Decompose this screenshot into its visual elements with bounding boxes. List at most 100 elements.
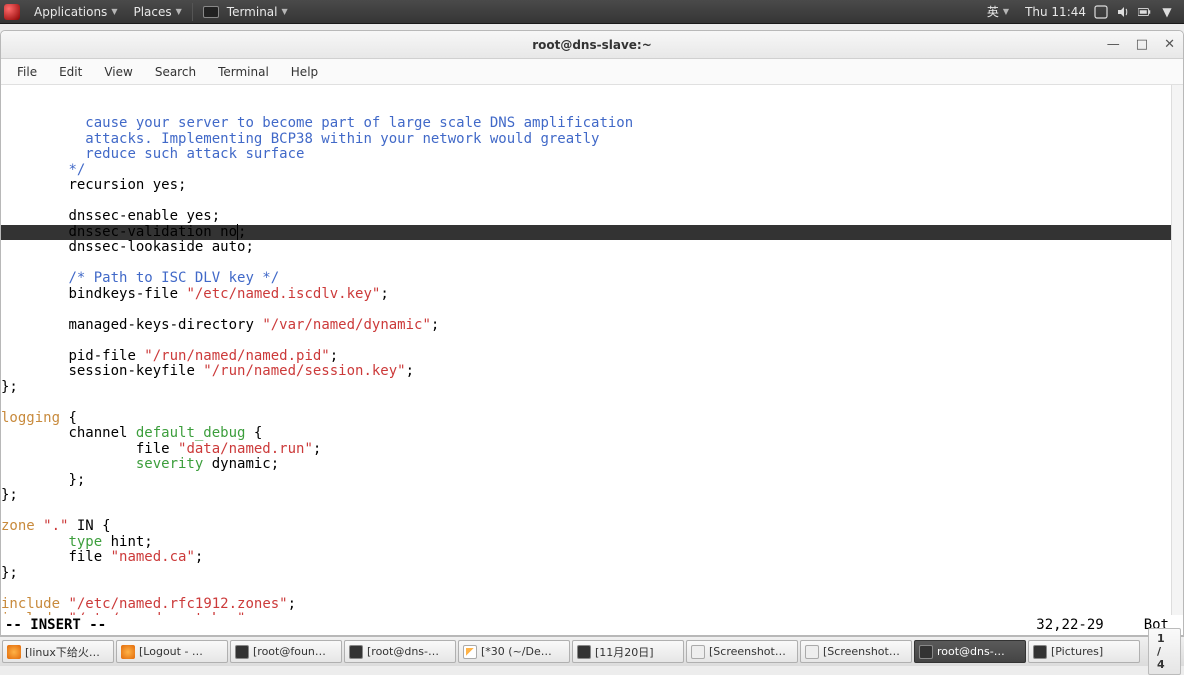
taskbar-item[interactable]: [11月20日] bbox=[572, 640, 684, 663]
chevron-down-icon: ▼ bbox=[111, 7, 117, 16]
taskbar-right: 1 / 4 2 bbox=[1142, 640, 1184, 663]
menu-terminal[interactable]: Terminal bbox=[208, 62, 279, 82]
taskbar-item-label: [Screenshot… bbox=[709, 645, 786, 658]
editor-line: /* Path to ISC DLV key */ bbox=[1, 271, 1183, 287]
accessibility-icon[interactable] bbox=[1094, 5, 1108, 19]
taskbar-item-label: [11月20日] bbox=[595, 644, 654, 660]
minimize-button[interactable]: — bbox=[1107, 37, 1120, 52]
app-icon bbox=[805, 645, 819, 659]
taskbar-item-label: [Screenshot… bbox=[823, 645, 900, 658]
editor-line bbox=[1, 333, 1183, 349]
workspace-indicator[interactable]: 1 / 4 bbox=[1148, 628, 1181, 675]
app-icon bbox=[463, 645, 477, 659]
app-icon bbox=[919, 645, 933, 659]
places-label: Places bbox=[133, 5, 171, 19]
menu-bar: File Edit View Search Terminal Help bbox=[1, 59, 1183, 85]
menu-search[interactable]: Search bbox=[145, 62, 206, 82]
taskbar-item[interactable]: root@dns-… bbox=[914, 640, 1026, 663]
editor-line: zone "." IN { bbox=[1, 519, 1183, 535]
menu-edit[interactable]: Edit bbox=[49, 62, 92, 82]
editor-line: include "/etc/named.rfc1912.zones"; bbox=[1, 597, 1183, 613]
window-controls: — □ ✕ bbox=[1107, 37, 1175, 52]
gnome-topbar: Applications▼ Places▼ Terminal▼ 英▼ Thu 1… bbox=[0, 0, 1184, 24]
battery-icon[interactable] bbox=[1138, 5, 1152, 19]
taskbar-item[interactable]: [root@dns-… bbox=[344, 640, 456, 663]
editor-line: bindkeys-file "/etc/named.iscdlv.key"; bbox=[1, 287, 1183, 303]
menu-help[interactable]: Help bbox=[281, 62, 328, 82]
volume-icon[interactable] bbox=[1116, 5, 1130, 19]
taskbar-item[interactable]: [Screenshot… bbox=[686, 640, 798, 663]
taskbar-item[interactable]: [Pictures] bbox=[1028, 640, 1140, 663]
app-icon bbox=[691, 645, 705, 659]
input-method-indicator[interactable]: 英▼ bbox=[979, 3, 1017, 20]
taskbar-item[interactable]: [linux下给火… bbox=[2, 640, 114, 663]
taskbar-item[interactable]: [*30 (~/De… bbox=[458, 640, 570, 663]
terminal-label: Terminal bbox=[227, 5, 278, 19]
editor-line: attacks. Implementing BCP38 within your … bbox=[1, 132, 1183, 148]
editor-line bbox=[1, 504, 1183, 520]
editor-line: file "data/named.run"; bbox=[1, 442, 1183, 458]
applications-label: Applications bbox=[34, 5, 107, 19]
window-title: root@dns-slave:~ bbox=[532, 38, 652, 52]
chevron-down-icon: ▼ bbox=[1162, 5, 1171, 19]
editor-line: }; bbox=[1, 566, 1183, 582]
app-icon bbox=[121, 645, 135, 659]
editor-line: }; bbox=[1, 380, 1183, 396]
taskbar-item-label: [linux下给火… bbox=[25, 644, 100, 660]
vim-mode: -- INSERT -- bbox=[5, 617, 106, 633]
vim-status-line: -- INSERT -- 32,22-29 Bot bbox=[1, 615, 1183, 635]
editor-line bbox=[1, 256, 1183, 272]
editor-line: }; bbox=[1, 473, 1183, 489]
editor-line: */ bbox=[1, 163, 1183, 179]
app-icon bbox=[349, 645, 363, 659]
vim-position: 32,22-29 bbox=[1036, 617, 1103, 633]
power-menu-icon[interactable]: ▼ bbox=[1160, 5, 1174, 19]
editor-line: dnssec-lookaside auto; bbox=[1, 240, 1183, 256]
bottom-taskbar: [linux下给火… [Logout - … [root@foun… [root@dn… bbox=[0, 636, 1184, 666]
ime-label: 英 bbox=[987, 3, 999, 20]
taskbar-item[interactable]: [Logout - … bbox=[116, 640, 228, 663]
editor-line: cause your server to become part of larg… bbox=[1, 116, 1183, 132]
menu-view[interactable]: View bbox=[94, 62, 142, 82]
scrollbar[interactable] bbox=[1171, 85, 1183, 615]
task-list: [linux下给火… [Logout - … [root@foun… [root@dn… bbox=[2, 640, 1140, 663]
taskbar-item[interactable]: [Screenshot… bbox=[800, 640, 912, 663]
terminal-content[interactable]: cause your server to become part of larg… bbox=[1, 85, 1183, 615]
app-icon bbox=[235, 645, 249, 659]
taskbar-item-label: [Pictures] bbox=[1051, 645, 1103, 658]
editor-line: dnssec-validation no; bbox=[1, 225, 1183, 241]
chevron-down-icon: ▼ bbox=[1003, 7, 1009, 16]
editor-line: }; bbox=[1, 488, 1183, 504]
window-titlebar[interactable]: root@dns-slave:~ — □ ✕ bbox=[1, 31, 1183, 59]
terminal-app-menu[interactable]: Terminal ▼ bbox=[195, 5, 296, 19]
maximize-button[interactable]: □ bbox=[1136, 37, 1148, 52]
taskbar-item-label: [root@foun… bbox=[253, 645, 326, 658]
editor-line bbox=[1, 581, 1183, 597]
app-icon bbox=[1033, 645, 1047, 659]
editor-line: file "named.ca"; bbox=[1, 550, 1183, 566]
system-tray: 英▼ Thu 11:44 ▼ bbox=[979, 3, 1180, 20]
applications-menu[interactable]: Applications ▼ bbox=[26, 5, 125, 19]
terminal-icon bbox=[203, 6, 219, 18]
taskbar-item-label: [root@dns-… bbox=[367, 645, 439, 658]
separator bbox=[192, 3, 193, 21]
editor-line: session-keyfile "/run/named/session.key"… bbox=[1, 364, 1183, 380]
chevron-down-icon: ▼ bbox=[282, 7, 288, 16]
editor-line: logging { bbox=[1, 411, 1183, 427]
clock-label[interactable]: Thu 11:44 bbox=[1025, 5, 1086, 19]
app-icon bbox=[577, 645, 591, 659]
app-icon bbox=[7, 645, 21, 659]
editor-line: reduce such attack surface bbox=[1, 147, 1183, 163]
editor-line: dnssec-enable yes; bbox=[1, 209, 1183, 225]
chevron-down-icon: ▼ bbox=[176, 7, 182, 16]
places-menu[interactable]: Places ▼ bbox=[125, 5, 189, 19]
menu-file[interactable]: File bbox=[7, 62, 47, 82]
distro-logo-icon[interactable] bbox=[4, 4, 20, 20]
close-button[interactable]: ✕ bbox=[1164, 37, 1175, 52]
taskbar-item[interactable]: [root@foun… bbox=[230, 640, 342, 663]
editor-line: pid-file "/run/named/named.pid"; bbox=[1, 349, 1183, 365]
editor-line: channel default_debug { bbox=[1, 426, 1183, 442]
editor-line bbox=[1, 194, 1183, 210]
taskbar-item-label: [*30 (~/De… bbox=[481, 645, 552, 658]
terminal-window: root@dns-slave:~ — □ ✕ File Edit View Se… bbox=[0, 30, 1184, 636]
